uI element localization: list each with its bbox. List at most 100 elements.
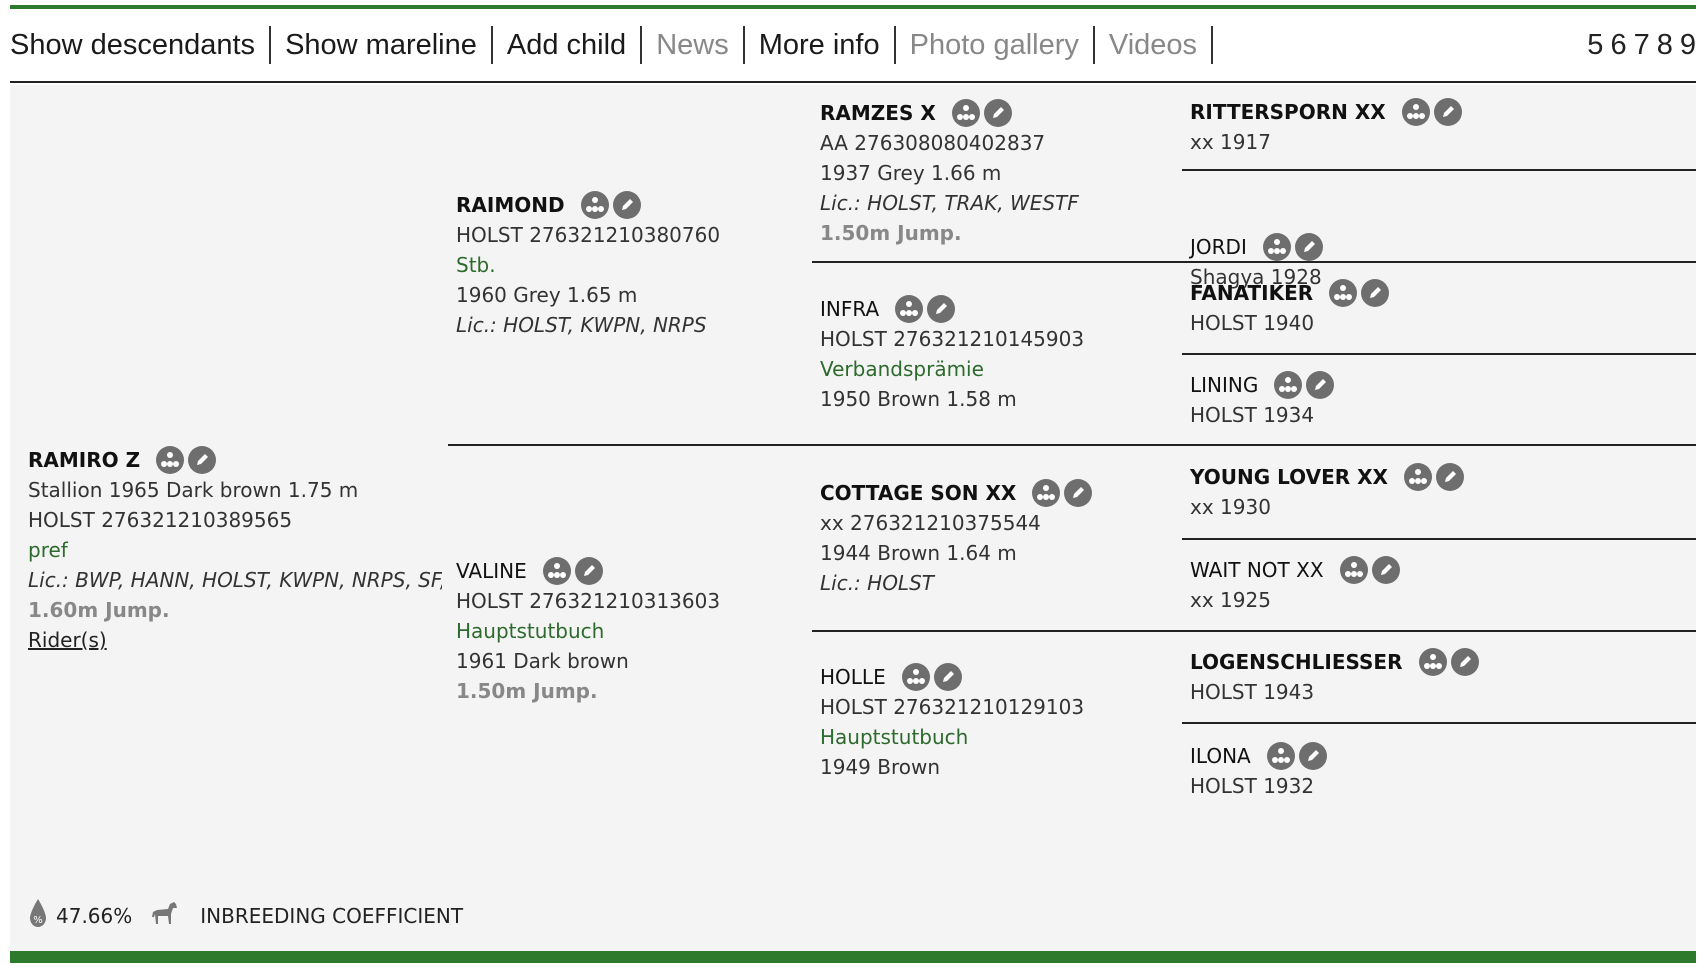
pedigree-menu: Show descendants Show mareline Add child… [10, 9, 1696, 83]
inbreeding-coefficient-link[interactable]: INBREEDING COEFFICIENT [200, 904, 463, 928]
generation-pager: 5 6 7 8 9 [1587, 29, 1696, 62]
ggp-8-name[interactable]: ILONA [1190, 741, 1251, 771]
riders-link[interactable]: Rider(s) [28, 625, 468, 655]
grandparent-sd-name[interactable]: INFRA [820, 294, 879, 324]
page-link-8[interactable]: 8 [1657, 29, 1673, 62]
pedigree-icon[interactable] [1401, 98, 1430, 126]
subject-info: Stallion 1965 Dark brown 1.75 m [28, 478, 359, 502]
sire-name[interactable]: RAIMOND [456, 190, 565, 220]
grandparent-ss-licenses: Lic.: HOLST, TRAK, WESTF [820, 191, 1079, 215]
grandparent-sd-registration: HOLST 276321210145903 [820, 326, 1085, 351]
pedigree-icon[interactable] [1274, 370, 1303, 399]
subject-status: pref [28, 538, 68, 562]
menu-add-child[interactable]: Add child [493, 26, 643, 64]
grandparent-ss-registration: AA 276308080402837 [820, 131, 1046, 155]
page-link-7[interactable]: 7 [1634, 29, 1650, 62]
sire-cell: RAIMOND HOLST 276321210380760 Stb. 1960 … [456, 85, 796, 445]
ggp-5-info: xx 1930 [1190, 495, 1271, 519]
pedigree-icon[interactable] [1339, 556, 1368, 584]
grandparent-ds-cell: COTTAGE SON XX xx 276321210375544 1944 B… [820, 446, 1180, 630]
ggp-4-cell: LINING HOLST 1934 [1190, 355, 1690, 444]
edit-icon[interactable] [1294, 233, 1323, 261]
grandparent-ds-licenses: Lic.: HOLST [820, 571, 934, 595]
pedigree-icon[interactable] [901, 663, 930, 691]
menu-show-mareline[interactable]: Show mareline [271, 26, 493, 64]
sire-licenses: Lic.: HOLST, KWPN, NRPS [456, 313, 707, 337]
edit-icon[interactable] [1064, 479, 1093, 507]
edit-icon[interactable] [188, 446, 217, 474]
sire-status: Stb. [456, 253, 496, 277]
ggp-7-cell: LOGENSCHLIESSER HOLST 1943 [1190, 632, 1690, 722]
dam-jump: 1.50m Jump. [456, 679, 598, 703]
edit-icon[interactable] [1361, 279, 1390, 307]
ggp-1-cell: RITTERSPORN XX xx 1917 [1190, 85, 1690, 169]
ggp-6-name[interactable]: WAIT NOT XX [1190, 555, 1324, 585]
pedigree-icon[interactable] [895, 294, 924, 323]
subject-name[interactable]: RAMIRO Z [28, 445, 140, 475]
menu-show-descendants[interactable]: Show descendants [10, 26, 272, 64]
menu-more-info[interactable]: More info [745, 26, 896, 64]
pedigree-icon[interactable] [156, 446, 185, 474]
sire-info: 1960 Grey 1.65 m [456, 283, 638, 307]
dam-registration: HOLST 276321210313603 [456, 589, 721, 613]
edit-icon[interactable] [1306, 370, 1335, 399]
dam-info: 1961 Dark brown [456, 649, 629, 673]
ggp-3-info: HOLST 1940 [1190, 311, 1315, 335]
ggp-8-info: HOLST 1932 [1190, 774, 1315, 798]
edit-icon[interactable] [927, 294, 956, 323]
pedigree-icon[interactable] [580, 191, 609, 219]
menu-photo-gallery[interactable]: Photo gallery [896, 26, 1095, 64]
pedigree-icon[interactable] [951, 99, 980, 127]
edit-icon[interactable] [933, 663, 962, 691]
svg-text:%: % [33, 915, 43, 926]
grandparent-dd-info: 1949 Brown [820, 755, 941, 779]
page-link-5[interactable]: 5 [1587, 29, 1603, 62]
ggp-1-name[interactable]: RITTERSPORN XX [1190, 97, 1386, 127]
dam-name[interactable]: VALINE [456, 556, 527, 586]
page-link-6[interactable]: 6 [1610, 29, 1626, 62]
pedigree-icon[interactable] [1032, 479, 1061, 507]
grandparent-ds-name[interactable]: COTTAGE SON XX [820, 478, 1016, 508]
ggp-3-name[interactable]: FANATIKER [1190, 278, 1313, 308]
edit-icon[interactable] [574, 557, 603, 585]
edit-icon[interactable] [1435, 463, 1464, 491]
grandparent-dd-name[interactable]: HOLLE [820, 662, 886, 692]
edit-icon[interactable] [1450, 648, 1479, 676]
edit-icon[interactable] [612, 191, 641, 219]
menu-videos[interactable]: Videos [1095, 26, 1214, 64]
edit-icon[interactable] [1433, 98, 1462, 126]
ggp-4-name[interactable]: LINING [1190, 370, 1258, 400]
pedigree-icon[interactable] [1418, 648, 1447, 676]
subject-licenses: Lic.: BWP, HANN, HOLST, KWPN, NRPS, SF, … [28, 568, 442, 592]
ggp-2-name[interactable]: JORDI [1190, 232, 1247, 262]
horse-icon[interactable] [150, 900, 180, 931]
subject-cell: RAMIRO Z Stallion 1965 Dark brown 1.75 m… [28, 85, 468, 885]
inbreeding-footer: % 47.66% INBREEDING COEFFICIENT [28, 898, 463, 933]
edit-icon[interactable] [983, 99, 1012, 127]
pedigree-icon[interactable] [1403, 463, 1432, 491]
ggp-6-cell: WAIT NOT XX xx 1925 [1190, 540, 1690, 630]
grandparent-ss-jump: 1.50m Jump. [820, 221, 962, 245]
ggp-1-info: xx 1917 [1190, 130, 1271, 154]
pedigree-icon[interactable] [1266, 742, 1295, 770]
grandparent-ds-info: 1944 Brown 1.64 m [820, 541, 1017, 565]
ggp-8-cell: ILONA HOLST 1932 [1190, 724, 1690, 818]
dam-cell: VALINE HOLST 276321210313603 Hauptstutbu… [456, 446, 796, 806]
grandparent-dd-status: Hauptstutbuch [820, 725, 969, 749]
edit-icon[interactable] [1371, 556, 1400, 584]
ggp-5-name[interactable]: YOUNG LOVER XX [1190, 462, 1388, 492]
grandparent-ss-name[interactable]: RAMZES X [820, 98, 936, 128]
pedigree-icon[interactable] [1262, 233, 1291, 261]
menu-news[interactable]: News [642, 26, 745, 64]
subject-name-row: RAMIRO Z [28, 445, 468, 475]
edit-icon[interactable] [1298, 742, 1327, 770]
grandparent-ss-info: 1937 Grey 1.66 m [820, 161, 1002, 185]
pedigree-icon[interactable] [1329, 279, 1358, 307]
subject-jump: 1.60m Jump. [28, 598, 170, 622]
pedigree-icon[interactable] [542, 557, 571, 585]
page-link-9[interactable]: 9 [1680, 29, 1696, 62]
bottom-accent-bar [10, 951, 1696, 963]
grandparent-ds-registration: xx 276321210375544 [820, 511, 1041, 535]
ggp-7-name[interactable]: LOGENSCHLIESSER [1190, 647, 1403, 677]
dam-status: Hauptstutbuch [456, 619, 605, 643]
